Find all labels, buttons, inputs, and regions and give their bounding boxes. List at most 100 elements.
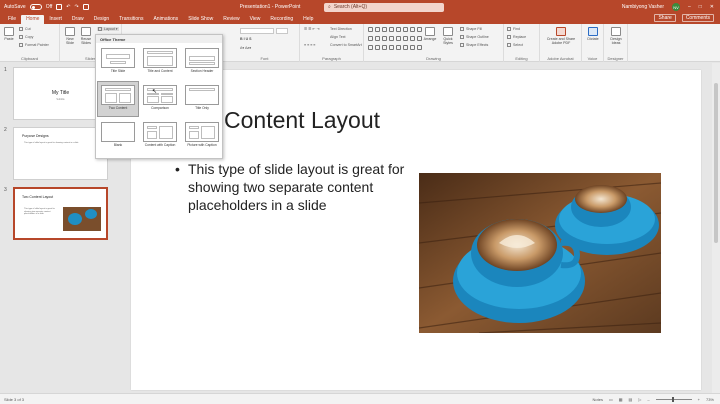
tab-design[interactable]: Design [89, 15, 115, 24]
tab-review[interactable]: Review [218, 15, 244, 24]
slide-thumbnail-2[interactable]: Purpose Designs This type of slide layou… [13, 127, 108, 180]
find-button[interactable]: Find [507, 27, 520, 32]
maximize-icon[interactable]: □ [699, 4, 702, 10]
save-icon[interactable] [56, 4, 63, 10]
reading-view-icon[interactable]: ▤ [629, 397, 633, 402]
editing-group: Find Replace Select Editing [504, 24, 540, 62]
bullet-buttons[interactable]: ☰ ☰ ⇤ ⇥ [304, 27, 319, 31]
tab-recording[interactable]: Recording [265, 15, 298, 24]
thumbnail-body: This type of slide layout is great for s… [24, 142, 79, 144]
search-placeholder: Search (Alt+Q) [333, 4, 368, 10]
reuse-slides-icon [81, 27, 91, 36]
search-icon: ⌕ [328, 4, 331, 10]
copy-button[interactable]: Copy [19, 35, 33, 40]
layout-title-and-content[interactable]: Title and Content [140, 45, 180, 79]
layout-title-slide[interactable]: Title Slide [98, 45, 138, 79]
new-slide-label: New Slide [66, 37, 74, 45]
vertical-scrollbar[interactable] [712, 63, 720, 393]
convert-smartart-button[interactable]: Convert to SmartArt [330, 43, 362, 47]
find-label: Find [513, 27, 520, 31]
undo-icon[interactable]: ↶ [66, 4, 70, 10]
tab-home[interactable]: Home [21, 15, 45, 24]
select-icon [507, 43, 511, 48]
comments-button[interactable]: Comments [681, 14, 714, 22]
share-button[interactable]: Share [654, 14, 676, 22]
layout-preview [185, 85, 219, 105]
dictate-button[interactable]: Dictate [585, 27, 601, 41]
layout-title-only[interactable]: Title Only [182, 82, 222, 116]
format-painter-button[interactable]: Format Painter [19, 43, 49, 48]
microphone-icon [588, 27, 598, 36]
present-icon[interactable] [82, 4, 89, 10]
design-ideas-button[interactable]: Design Ideas [607, 27, 625, 45]
tab-transitions[interactable]: Transitions [114, 15, 148, 24]
replace-button[interactable]: Replace [507, 35, 526, 40]
slideshow-icon[interactable]: ▷ [638, 397, 641, 402]
user-name: Nambiyong Vasher [621, 4, 664, 10]
slide-thumbnail-3[interactable]: Two Content Layout This type of slide la… [13, 187, 108, 240]
select-button[interactable]: Select [507, 43, 523, 48]
align-text-button[interactable]: Align Text [330, 35, 346, 39]
slide-title[interactable]: Content Layout [224, 107, 380, 134]
arrange-button[interactable]: Arrange [422, 27, 438, 41]
layout-comparison[interactable]: Comparison [140, 82, 180, 116]
autosave-label: AutoSave [4, 4, 26, 10]
shapes-gallery[interactable] [368, 27, 422, 53]
cut-button[interactable]: Cut [19, 27, 31, 32]
coffee-photo[interactable] [419, 173, 661, 333]
normal-view-icon[interactable]: ▭ [609, 397, 613, 402]
quick-styles-button[interactable]: Quick Styles [440, 27, 456, 45]
tab-help[interactable]: Help [298, 15, 318, 24]
shape-effects-button[interactable]: Shape Effects [460, 43, 488, 48]
redo-icon[interactable]: ↷ [74, 4, 78, 10]
content-placeholder-left[interactable]: This type of slide layout is great for s… [175, 160, 415, 214]
align-text-label: Align Text [330, 35, 346, 39]
tab-file[interactable]: File [3, 15, 21, 24]
layout-preview [185, 122, 219, 142]
font-color-row[interactable]: A▾ Aa▾ [240, 46, 251, 50]
align-buttons[interactable]: ≡ ≡ ≡ ≡ [304, 43, 315, 47]
search-box[interactable]: ⌕ Search (Alt+Q) [324, 2, 444, 12]
create-share-pdf-button[interactable]: Create and Share Adobe PDF [542, 27, 580, 45]
zoom-out-icon[interactable]: – [647, 397, 649, 402]
font-size-box[interactable] [276, 28, 288, 34]
avatar[interactable]: NV [671, 3, 680, 11]
new-slide-button[interactable]: New Slide [63, 27, 77, 45]
tab-draw[interactable]: Draw [67, 15, 89, 24]
tab-animations[interactable]: Animations [148, 15, 183, 24]
layout-button[interactable]: Layout ▾ [97, 27, 119, 32]
layout-label: Two Content [108, 106, 128, 110]
font-format-buttons[interactable]: B I U S [240, 37, 252, 41]
zoom-level[interactable]: 73% [706, 397, 714, 402]
layout-label: Layout [104, 27, 115, 31]
slide-thumbnail-1[interactable]: My Title Subtitle [13, 67, 108, 120]
shape-outline-button[interactable]: Shape Outline [460, 35, 489, 40]
autosave-toggle[interactable] [29, 4, 42, 10]
zoom-slider[interactable] [655, 396, 692, 402]
font-group-label: Font [260, 56, 269, 61]
layout-blank[interactable]: Blank [98, 119, 138, 153]
zoom-in-icon[interactable]: + [698, 397, 700, 402]
scrollbar-thumb[interactable] [714, 83, 718, 243]
tab-slide-show[interactable]: Slide Show [183, 15, 218, 24]
minimize-icon[interactable]: – [688, 4, 691, 10]
shape-fill-button[interactable]: Shape Fill [460, 27, 482, 32]
layout-two-content[interactable]: Two Content [97, 81, 139, 117]
slide-sorter-icon[interactable]: ▦ [619, 397, 623, 402]
tab-insert[interactable]: Insert [44, 15, 67, 24]
paste-button[interactable]: Paste [2, 27, 16, 41]
outline-icon [460, 35, 464, 40]
layout-section-header[interactable]: Section Header [182, 45, 222, 79]
text-direction-button[interactable]: Text Direction [330, 27, 352, 31]
notes-button[interactable]: Notes [593, 397, 603, 402]
effects-icon [460, 43, 464, 48]
layout-picture-with-caption[interactable]: Picture with Caption [182, 119, 222, 153]
layout-content-with-caption[interactable]: Content with Caption [140, 119, 180, 153]
layout-label: Section Header [190, 69, 214, 73]
font-name-box[interactable] [240, 28, 274, 34]
editing-group-label: Editing [515, 56, 528, 61]
close-icon[interactable]: ✕ [710, 4, 714, 10]
tab-view[interactable]: View [245, 15, 266, 24]
design-ideas-icon [611, 27, 621, 36]
reuse-slides-button[interactable]: Reuse Slides [79, 27, 93, 45]
